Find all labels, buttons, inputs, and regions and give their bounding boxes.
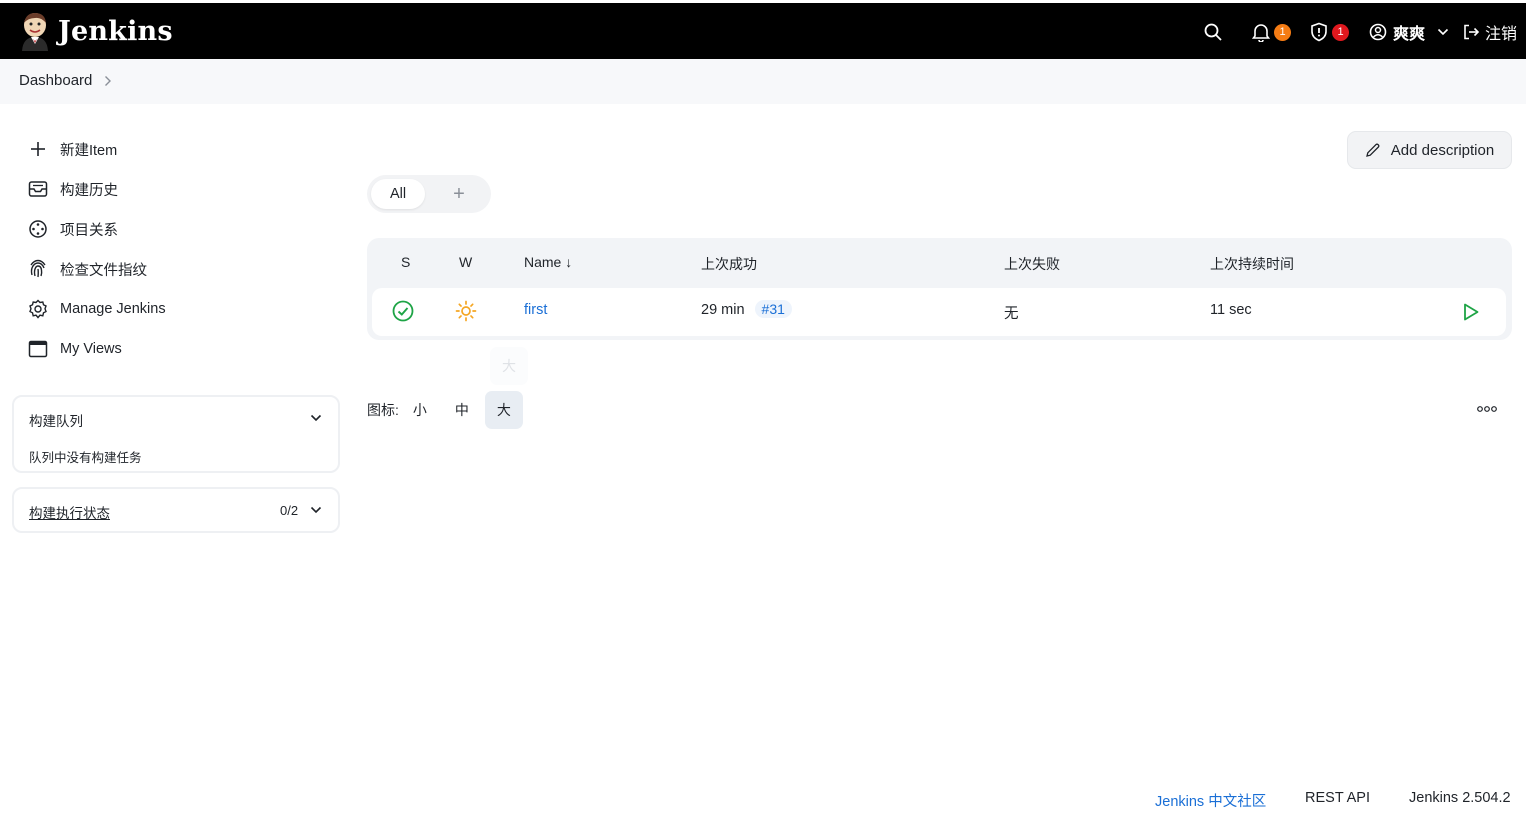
- gear-icon: [28, 299, 48, 319]
- search-icon: [1204, 23, 1222, 41]
- task-label: My Views: [60, 341, 122, 357]
- footer-community-link[interactable]: Jenkins 中文社区: [1155, 790, 1266, 811]
- task-label: Manage Jenkins: [60, 301, 166, 317]
- plus-icon: [28, 139, 48, 159]
- header-last-success[interactable]: 上次成功: [701, 254, 757, 274]
- tab-all[interactable]: All: [371, 179, 425, 209]
- shield-icon: [1311, 22, 1327, 42]
- icon-size-large[interactable]: 大: [484, 391, 523, 429]
- breadcrumb-dashboard[interactable]: Dashboard: [19, 72, 92, 89]
- last-failure-cell: 无: [1004, 306, 1019, 322]
- header-last-duration[interactable]: 上次持续时间: [1210, 254, 1294, 274]
- task-new-item[interactable]: 新建Item: [28, 137, 117, 161]
- user-name: 爽爽: [1393, 26, 1426, 43]
- executor-status-panel: 构建执行状态 0/2: [12, 487, 340, 533]
- add-description-label: Add description: [1390, 141, 1495, 159]
- logout-label: 注销: [1485, 26, 1518, 43]
- task-label: 新建Item: [60, 142, 118, 159]
- icon-size-label: 图标:: [367, 402, 399, 418]
- chevron-down-icon[interactable]: [310, 506, 322, 514]
- projects-table: S W Name ↓ 上次成功 上次失败 上次持续时间 first 29 min…: [367, 238, 1512, 340]
- executor-count: 0/2: [280, 503, 299, 518]
- icon-size-selector: 图标: 小 中 大: [367, 391, 523, 429]
- relationship-icon: [28, 219, 48, 239]
- user-menu[interactable]: 爽爽: [1369, 17, 1449, 47]
- task-build-history[interactable]: 构建历史: [28, 177, 118, 201]
- jenkins-logo-link[interactable]: Jenkins: [18, 11, 173, 51]
- view-tabs: All +: [367, 175, 491, 213]
- build-queue-title[interactable]: 构建队列: [29, 410, 83, 430]
- task-label: 检查文件指纹: [60, 262, 147, 279]
- task-label: 构建历史: [60, 182, 118, 199]
- breadcrumb: Dashboard: [19, 72, 112, 89]
- add-description-button[interactable]: Add description: [1347, 131, 1512, 169]
- footer-rest-api-link[interactable]: REST API: [1305, 790, 1370, 806]
- notifications-button[interactable]: 1: [1252, 17, 1291, 47]
- add-view-tab[interactable]: +: [447, 179, 471, 209]
- more-options-icon[interactable]: [1476, 404, 1498, 414]
- inbox-history-icon: [28, 179, 48, 199]
- play-build-icon[interactable]: [1462, 302, 1480, 322]
- logout-icon: [1464, 24, 1480, 40]
- table-row: first 29 min #31 无 11 sec: [372, 288, 1506, 336]
- breadcrumb-bar: Dashboard: [0, 59, 1526, 104]
- task-fingerprint[interactable]: 检查文件指纹: [28, 257, 147, 281]
- app-title: Jenkins: [58, 15, 173, 47]
- security-button[interactable]: 1: [1310, 17, 1349, 47]
- search-button[interactable]: [1203, 17, 1223, 47]
- success-status-icon: [392, 300, 414, 322]
- task-project-relationship[interactable]: 项目关系: [28, 217, 118, 241]
- build-queue-empty-text: 队列中没有构建任务: [29, 451, 142, 465]
- executor-status-title[interactable]: 构建执行状态: [29, 502, 110, 522]
- last-success-cell: 29 min #31: [701, 300, 792, 318]
- task-my-views[interactable]: My Views: [28, 337, 122, 361]
- jenkins-butler-icon: [22, 13, 48, 51]
- header-last-failure[interactable]: 上次失败: [1004, 254, 1060, 274]
- bell-icon: [1252, 24, 1270, 42]
- logout-button[interactable]: 注销: [1462, 17, 1517, 47]
- icon-size-small[interactable]: 小: [401, 391, 439, 429]
- icon-size-tooltip-ghost: 大: [490, 347, 528, 385]
- last-duration-cell: 11 sec: [1210, 302, 1252, 318]
- job-name-link[interactable]: first: [524, 302, 547, 318]
- build-queue-panel: 构建队列 队列中没有构建任务: [12, 395, 340, 473]
- header-name[interactable]: Name ↓: [524, 254, 572, 270]
- top-header: Jenkins 1 1 爽爽 注销: [0, 0, 1526, 59]
- last-success-time: 29 min: [701, 302, 745, 318]
- window-icon: [28, 339, 48, 359]
- footer-version[interactable]: Jenkins 2.504.2: [1409, 790, 1511, 806]
- icon-size-medium[interactable]: 中: [443, 391, 481, 429]
- chevron-right-icon[interactable]: [104, 75, 112, 87]
- pencil-icon: [1365, 143, 1380, 157]
- last-success-build-link[interactable]: #31: [754, 300, 792, 318]
- header-weather[interactable]: W: [459, 254, 472, 270]
- chevron-down-icon[interactable]: [310, 414, 322, 422]
- user-icon: [1369, 23, 1387, 41]
- chevron-down-icon: [1437, 28, 1449, 36]
- sunny-weather-icon: [455, 300, 477, 322]
- notifications-badge: 1: [1274, 23, 1291, 41]
- task-label: 项目关系: [60, 222, 118, 239]
- header-status[interactable]: S: [401, 254, 410, 270]
- security-badge: 1: [1332, 23, 1349, 41]
- task-manage-jenkins[interactable]: Manage Jenkins: [28, 297, 166, 321]
- fingerprint-icon: [28, 259, 48, 279]
